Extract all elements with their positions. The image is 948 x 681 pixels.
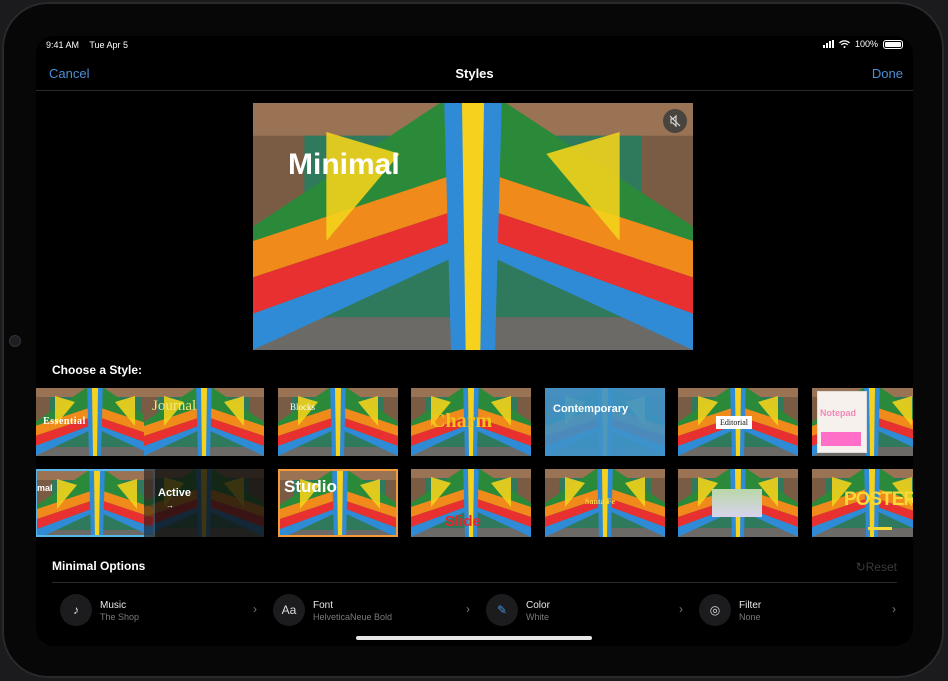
- option-name: Color: [526, 600, 550, 611]
- choose-style-label: Choose a Style:: [52, 363, 143, 377]
- style-active[interactable]: Active →: [144, 469, 264, 537]
- style-label: Notepad: [820, 408, 856, 418]
- option-value: HelveticaNeue Bold: [313, 612, 393, 622]
- battery-percent: 100%: [854, 39, 878, 49]
- options-divider: [52, 582, 897, 583]
- style-label: Essential: [43, 416, 86, 427]
- gradient-card: [712, 489, 762, 517]
- option-name: Music: [100, 600, 127, 611]
- style-essential[interactable]: Essential: [36, 388, 155, 456]
- option-font[interactable]: Aa Font HelveticaNeue Bold ›: [269, 592, 474, 628]
- nav-divider: [36, 90, 913, 91]
- style-label: Charm: [431, 410, 493, 432]
- video-preview[interactable]: Minimal: [253, 103, 693, 350]
- option-filter[interactable]: ◎ Filter None ›: [695, 592, 900, 628]
- chevron-right-icon: ›: [892, 602, 896, 616]
- style-slide[interactable]: Slide: [411, 469, 531, 537]
- navigation-bar: Cancel Styles Done: [36, 62, 913, 86]
- style-label: Santa Fe: [585, 497, 615, 506]
- eyedropper-icon: ✎: [486, 594, 518, 626]
- style-label: Editorial: [716, 416, 752, 429]
- option-color[interactable]: ✎ Color White ›: [482, 592, 687, 628]
- speaker-muted-icon: [669, 114, 681, 128]
- style-row-1: Essential Journal Blocks Charm Contempor…: [36, 388, 913, 456]
- device-screen: 9:41 AM Tue Apr 5 100% Cancel Styles Don…: [36, 36, 913, 646]
- option-name: Font: [313, 600, 334, 611]
- battery-icon: [883, 39, 903, 49]
- chevron-right-icon: ›: [253, 602, 257, 616]
- front-camera: [9, 335, 21, 347]
- reset-label: Reset: [865, 560, 897, 574]
- arrow-right-icon: →: [166, 501, 174, 510]
- cellular-signal-icon: [822, 40, 834, 48]
- style-label: Slide: [445, 513, 481, 530]
- reset-button[interactable]: ↻Reset: [856, 560, 897, 574]
- poster-underline: [868, 527, 892, 530]
- mute-button[interactable]: [663, 109, 687, 133]
- chevron-right-icon: ›: [466, 602, 470, 616]
- style-blocks[interactable]: Blocks: [278, 388, 398, 456]
- style-charm[interactable]: Charm: [411, 388, 531, 456]
- style-contemporary[interactable]: Contemporary: [545, 388, 665, 456]
- page-title: Styles: [455, 66, 494, 81]
- style-label: Journal: [152, 398, 197, 414]
- notepad-swatch: [821, 432, 861, 446]
- style-journal[interactable]: Journal: [144, 388, 264, 456]
- filter-icon: ◎: [699, 594, 731, 626]
- style-editorial[interactable]: Editorial: [678, 388, 798, 456]
- option-name: Filter: [739, 600, 762, 611]
- style-label: mal: [37, 483, 53, 493]
- reset-icon: ↻: [855, 560, 866, 574]
- status-date: Tue Apr 5: [89, 40, 129, 50]
- status-bar: 9:41 AM Tue Apr 5 100%: [36, 36, 913, 54]
- option-value: White: [526, 612, 550, 622]
- option-value: The Shop: [100, 612, 140, 622]
- style-gradient[interactable]: [678, 469, 798, 537]
- style-santa-fe[interactable]: Santa Fe: [545, 469, 665, 537]
- style-label: POSTER: [844, 489, 913, 510]
- home-indicator[interactable]: [356, 636, 592, 640]
- style-label: Active: [158, 487, 192, 499]
- preview-image: [253, 103, 693, 350]
- style-minimal[interactable]: mal: [36, 469, 155, 537]
- style-label: Studio: [284, 477, 337, 496]
- option-music[interactable]: ♪ Music The Shop ›: [56, 592, 261, 628]
- style-row-2: mal Active → Studio Slide Santa Fe POSTE…: [36, 469, 913, 537]
- chevron-right-icon: ›: [679, 602, 683, 616]
- style-poster[interactable]: POSTER: [812, 469, 913, 537]
- wifi-icon: [839, 40, 850, 48]
- status-time: 9:41 AM: [46, 40, 80, 50]
- option-value: None: [739, 612, 761, 622]
- preview-style-title: Minimal: [288, 148, 400, 181]
- style-label: Contemporary: [553, 403, 629, 415]
- style-label: Blocks: [290, 402, 316, 412]
- style-studio[interactable]: Studio: [278, 469, 398, 537]
- done-button[interactable]: Done: [872, 66, 903, 81]
- style-notepad[interactable]: Notepad: [812, 388, 913, 456]
- font-icon: Aa: [273, 594, 305, 626]
- options-title: Minimal Options: [52, 559, 146, 573]
- music-note-icon: ♪: [60, 594, 92, 626]
